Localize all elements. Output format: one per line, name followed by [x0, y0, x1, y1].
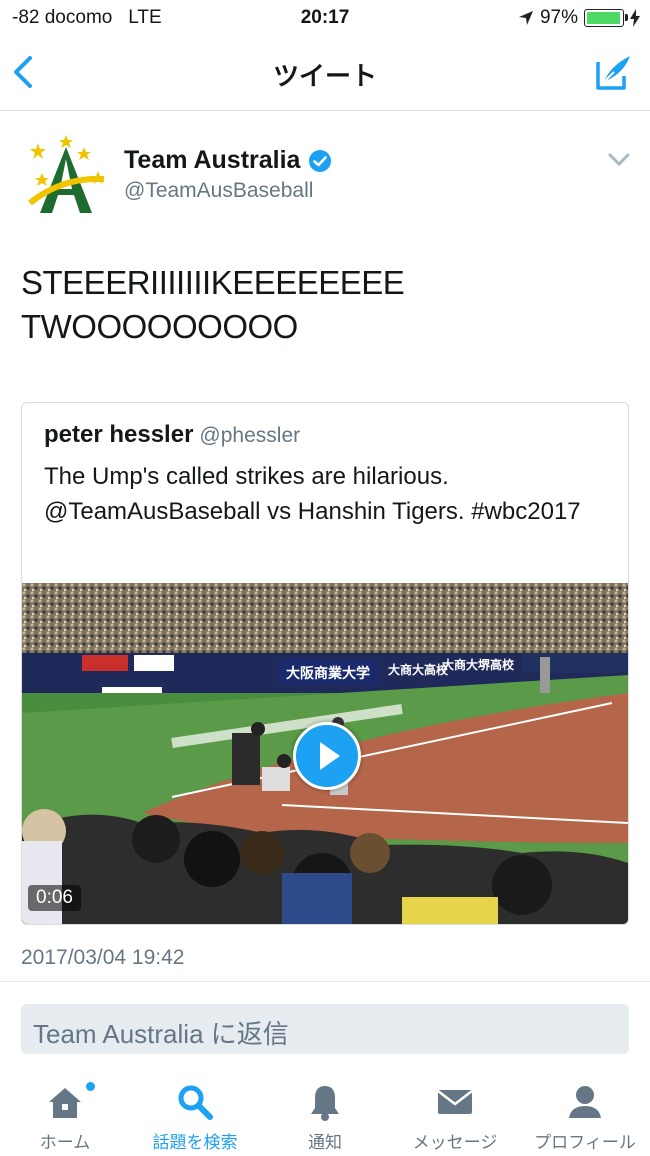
reply-input[interactable]: Team Australia に返信 — [21, 1004, 629, 1054]
verified-badge-icon — [309, 149, 332, 172]
tab-search[interactable]: 話題を検索 — [130, 1074, 260, 1156]
avatar[interactable] — [22, 133, 110, 221]
search-icon — [178, 1085, 213, 1120]
tab-label: プロフィール — [534, 1133, 636, 1152]
mail-icon — [437, 1090, 473, 1114]
battery-percent: 97% — [539, 7, 578, 28]
banner-text: 大商大堺高校 — [442, 657, 515, 672]
tab-profile[interactable]: プロフィール — [520, 1074, 650, 1156]
author-name-text: Team Australia — [124, 146, 301, 174]
profile-icon — [569, 1086, 601, 1118]
quoted-author-name: peter hessler — [44, 421, 194, 448]
quoted-tweet[interactable]: peter hessler @phessler The Ump's called … — [21, 402, 629, 925]
video-player[interactable]: 大阪商業大学 大商大高校 大商大堺高校 0:06 — [22, 583, 628, 924]
video-duration: 0:06 — [28, 885, 81, 911]
location-icon — [518, 11, 533, 25]
tab-label: メッセージ — [412, 1133, 498, 1152]
quoted-author: peter hessler @phessler — [44, 421, 300, 449]
battery-icon — [584, 9, 628, 27]
charging-icon — [630, 9, 640, 27]
play-button[interactable] — [293, 722, 361, 790]
tab-bar: ホーム 話題を検索 通知 メッセージ プロフィール — [0, 1074, 650, 1156]
status-right: 97% — [518, 7, 640, 29]
page-title: ツイート — [272, 61, 377, 91]
compose-icon — [596, 56, 630, 90]
divider — [0, 981, 650, 982]
quoted-author-handle: @phessler — [199, 424, 301, 447]
tab-home[interactable]: ホーム — [0, 1074, 130, 1156]
tweet-menu-button[interactable] — [608, 153, 630, 172]
author-name[interactable]: Team Australia — [124, 146, 332, 175]
nav-bar: ツイート — [0, 38, 650, 111]
author-handle[interactable]: @TeamAusBaseball — [124, 179, 313, 203]
tweet-text-line: STEEERIIIIIIIKEEEEEEEE — [21, 264, 405, 301]
tab-label: 話題を検索 — [152, 1133, 238, 1152]
chevron-down-icon — [608, 153, 630, 167]
tab-notifications[interactable]: 通知 — [260, 1074, 390, 1156]
tweet-timestamp: 2017/03/04 19:42 — [21, 946, 185, 969]
compose-button[interactable] — [594, 52, 634, 97]
tab-label: 通知 — [308, 1133, 342, 1152]
tab-messages[interactable]: メッセージ — [390, 1074, 520, 1156]
tweet-text: STEEERIIIIIIIKEEEEEEEE TWOOOOOOOOO — [21, 261, 621, 349]
home-icon — [49, 1088, 81, 1118]
quoted-text: The Ump's called strikes are hilarious. … — [44, 463, 581, 525]
banner-text: 大商大高校 — [388, 662, 449, 677]
tab-label: ホーム — [39, 1133, 91, 1152]
status-bar: -82 docomo LTE 20:17 97% — [0, 0, 650, 38]
bell-icon — [311, 1086, 339, 1121]
reply-placeholder: Team Australia に返信 — [33, 1019, 289, 1049]
notification-dot — [86, 1082, 95, 1091]
banner-text: 大阪商業大学 — [286, 665, 370, 682]
tweet-text-line: TWOOOOOOOOO — [21, 308, 298, 345]
